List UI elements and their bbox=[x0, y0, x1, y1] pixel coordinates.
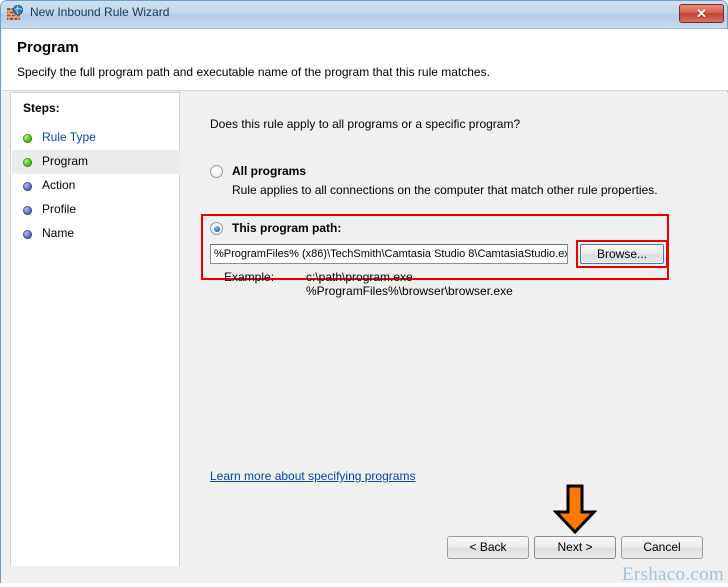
sidebar-item-action[interactable]: Action bbox=[12, 174, 180, 198]
learn-more-link[interactable]: Learn more about specifying programs bbox=[210, 469, 415, 483]
step-bullet-icon bbox=[23, 158, 32, 167]
program-path-input[interactable]: %ProgramFiles% (x86)\TechSmith\Camtasia … bbox=[210, 244, 568, 264]
annotation-arrow-down-icon bbox=[552, 484, 598, 535]
sidebar-item-profile[interactable]: Profile bbox=[12, 198, 180, 222]
option-all-programs-label: All programs bbox=[232, 164, 307, 178]
wizard-window: New Inbound Rule Wizard ✕ Program Specif… bbox=[0, 0, 728, 587]
steps-sidebar: Steps: Rule Type Program Action Profile … bbox=[10, 92, 180, 566]
cancel-button[interactable]: Cancel bbox=[621, 536, 703, 559]
sidebar-item-label: Program bbox=[42, 154, 89, 168]
step-bullet-icon bbox=[23, 134, 32, 143]
step-bullet-icon bbox=[23, 182, 32, 191]
option-all-programs-description: Rule applies to all connections on the c… bbox=[232, 183, 658, 197]
content-panel: Does this rule apply to all programs or … bbox=[188, 92, 720, 566]
firewall-icon bbox=[7, 4, 24, 21]
example-path-2: %ProgramFiles%\browser\browser.exe bbox=[306, 284, 513, 298]
browse-button[interactable]: Browse... bbox=[580, 244, 664, 264]
window-title: New Inbound Rule Wizard bbox=[30, 5, 170, 19]
title-bar: New Inbound Rule Wizard ✕ bbox=[1, 1, 727, 29]
back-button[interactable]: < Back bbox=[447, 536, 529, 559]
window-bottom-edge bbox=[0, 583, 728, 587]
example-path-1: c:\path\program.exe bbox=[306, 270, 413, 284]
step-bullet-icon bbox=[23, 230, 32, 239]
sidebar-item-label: Rule Type bbox=[42, 130, 96, 144]
page-title: Program bbox=[17, 39, 79, 56]
question-label: Does this rule apply to all programs or … bbox=[210, 117, 521, 131]
sidebar-item-name[interactable]: Name bbox=[12, 222, 180, 246]
body-area: Steps: Rule Type Program Action Profile … bbox=[2, 92, 728, 587]
radio-all-programs[interactable] bbox=[210, 165, 223, 178]
sidebar-item-label: Name bbox=[42, 226, 75, 240]
option-this-program-path-label: This program path: bbox=[232, 221, 342, 235]
next-button[interactable]: Next > bbox=[534, 536, 616, 559]
sidebar-item-label: Profile bbox=[42, 202, 77, 216]
sidebar-item-rule-type[interactable]: Rule Type bbox=[12, 126, 180, 150]
watermark: Ershaco.com bbox=[622, 564, 724, 585]
radio-this-program-path[interactable] bbox=[210, 222, 223, 235]
sidebar-item-program[interactable]: Program bbox=[12, 150, 180, 174]
wizard-buttons: < Back Next > Cancel bbox=[2, 536, 728, 566]
sidebar-item-label: Action bbox=[42, 178, 76, 192]
page-header: Program Specify the full program path an… bbox=[2, 29, 728, 91]
page-subtitle: Specify the full program path and execut… bbox=[17, 65, 490, 79]
close-icon: ✕ bbox=[696, 6, 707, 21]
step-bullet-icon bbox=[23, 206, 32, 215]
close-button[interactable]: ✕ bbox=[679, 4, 724, 23]
steps-heading: Steps: bbox=[23, 101, 60, 115]
example-label: Example: bbox=[224, 270, 275, 284]
